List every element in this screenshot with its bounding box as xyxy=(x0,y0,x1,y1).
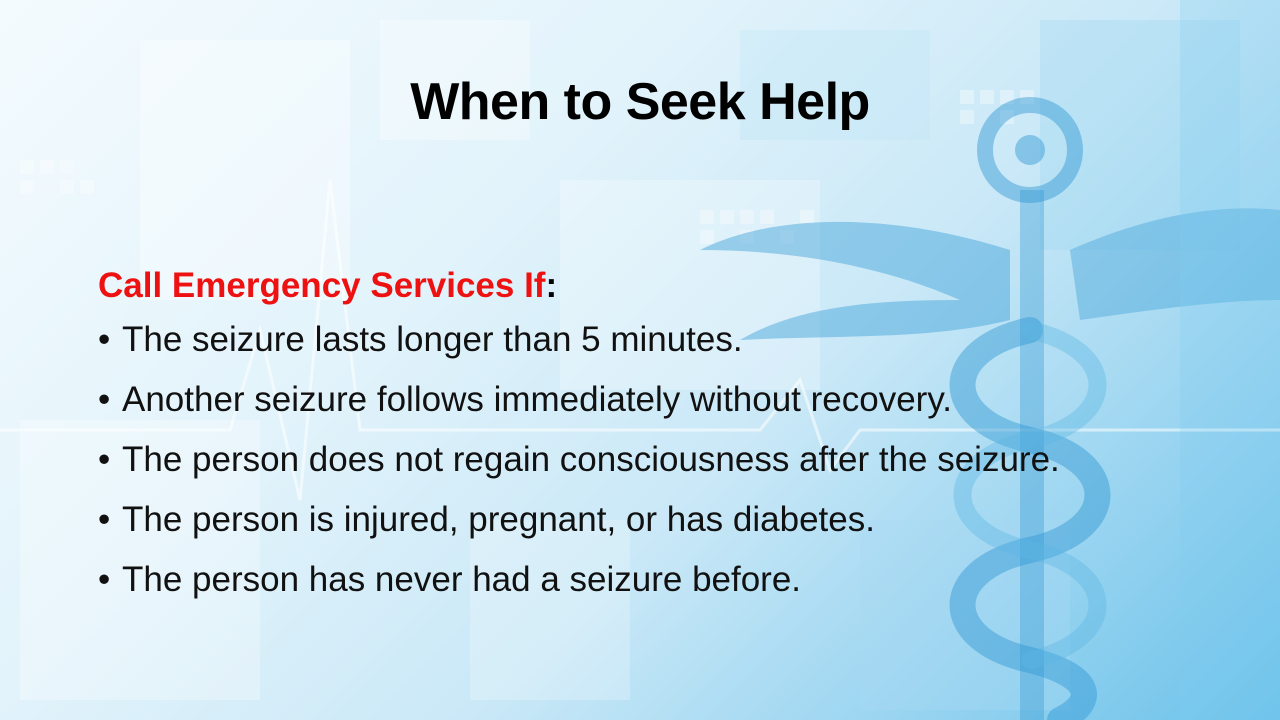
bullet-text: The person has never had a seizure befor… xyxy=(122,560,802,599)
slide: When to Seek Help Call Emergency Service… xyxy=(0,0,1280,720)
list-item: • The person is injured, pregnant, or ha… xyxy=(98,498,1138,542)
bullet-icon: • xyxy=(98,380,111,419)
bullet-text: The person is injured, pregnant, or has … xyxy=(122,500,875,539)
slide-title: When to Seek Help xyxy=(410,73,870,131)
list-item: • The person has never had a seizure bef… xyxy=(98,558,1138,602)
bullet-icon: • xyxy=(98,320,111,359)
bullet-icon: • xyxy=(98,440,111,479)
bullet-icon: • xyxy=(98,560,111,599)
list-item: • The person does not regain consciousne… xyxy=(98,438,1138,482)
slide-body: Call Emergency Services If: • The seizur… xyxy=(98,262,1138,618)
bullet-text: Another seizure follows immediately with… xyxy=(122,380,952,419)
list-item: • The seizure lasts longer than 5 minute… xyxy=(98,318,1138,362)
emergency-heading-colon: : xyxy=(545,266,558,305)
bullet-list: • The seizure lasts longer than 5 minute… xyxy=(98,318,1138,602)
bullet-text: The person does not regain consciousness… xyxy=(122,440,1060,479)
list-item: • Another seizure follows immediately wi… xyxy=(98,378,1138,422)
bullet-text: The seizure lasts longer than 5 minutes. xyxy=(122,320,743,359)
bullet-icon: • xyxy=(98,500,111,539)
emergency-heading: Call Emergency Services If: xyxy=(98,262,1138,310)
emergency-heading-text: Call Emergency Services If xyxy=(98,266,546,305)
